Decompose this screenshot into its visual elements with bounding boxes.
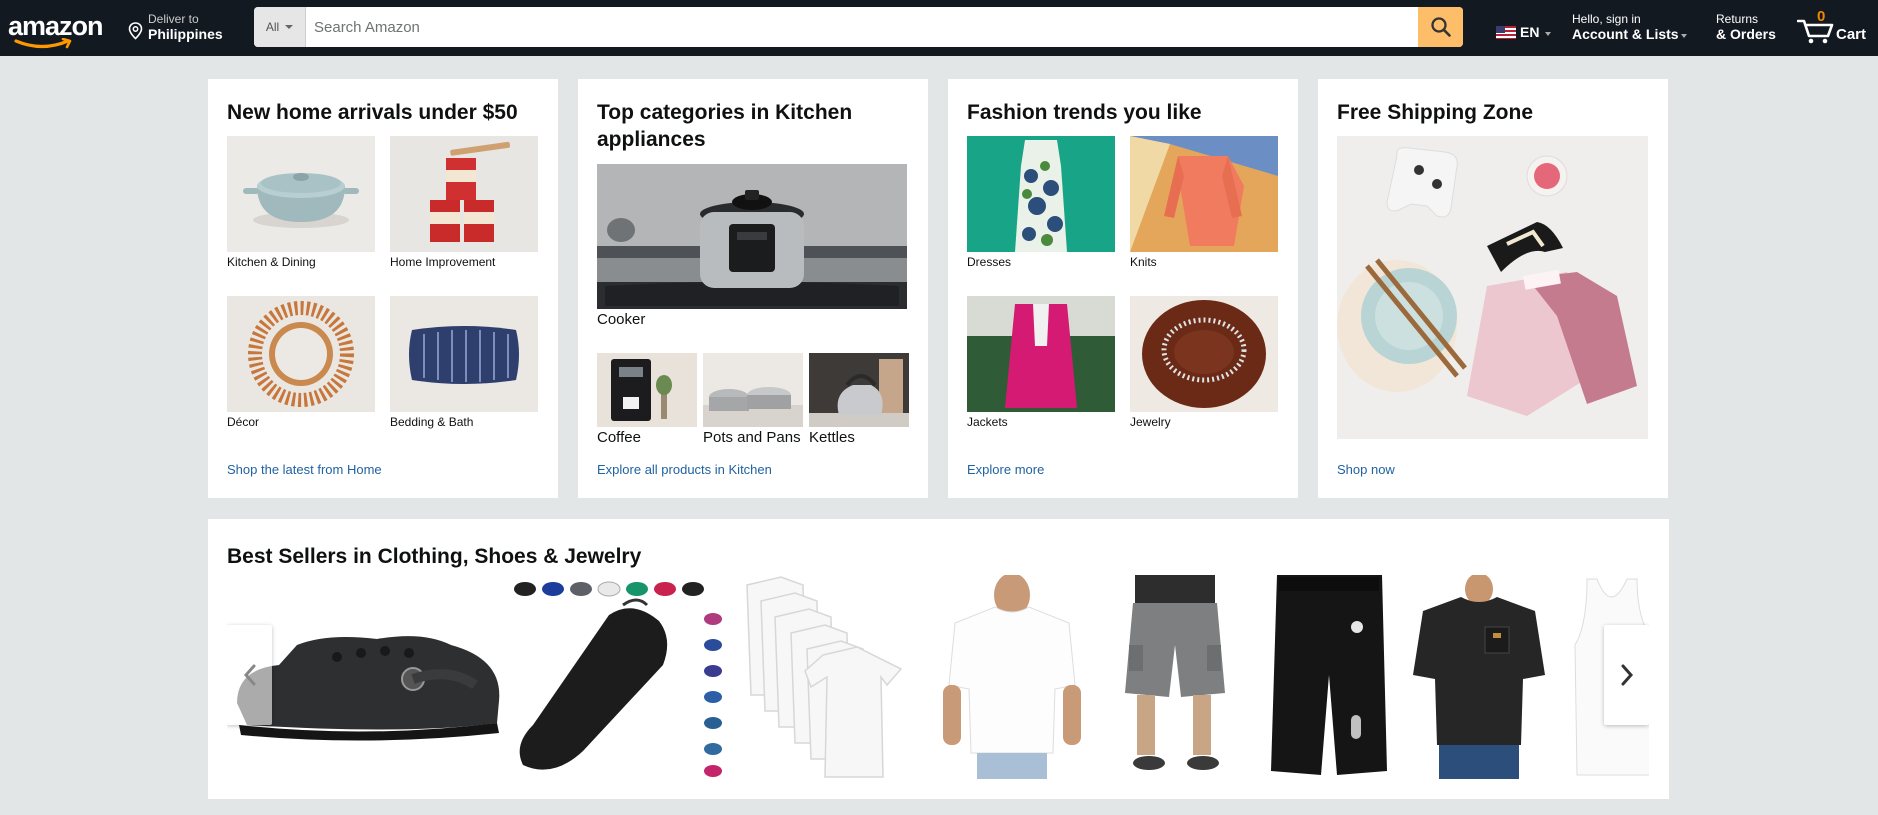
account-greeting: Hello, sign in	[1572, 12, 1641, 26]
card-title: Top categories in Kitchen appliances	[597, 99, 852, 153]
chevron-right-icon	[1621, 664, 1633, 686]
orders-label: & Orders	[1716, 26, 1776, 42]
product-cargo-shorts[interactable]	[1115, 575, 1235, 779]
tile-knits[interactable]: Knits	[1130, 136, 1278, 269]
product-athletic-shorts[interactable]	[1267, 575, 1392, 779]
tile-jackets[interactable]: Jackets	[967, 296, 1115, 429]
tile-kitchen-dining[interactable]: Kitchen & Dining	[227, 136, 375, 269]
returns-orders[interactable]: Returns & Orders	[1716, 12, 1776, 42]
card-title-line1: Top categories in Kitchen	[597, 101, 853, 124]
floral-dress-image	[967, 136, 1115, 252]
search-category-label: All	[265, 20, 280, 34]
explore-kitchen-link[interactable]: Explore all products in Kitchen	[597, 462, 772, 477]
tile-coffee[interactable]: Coffee	[597, 353, 697, 446]
tile-caption: Coffee	[597, 429, 641, 446]
card-title: Free Shipping Zone	[1337, 101, 1534, 124]
tile-caption: Jewelry	[1130, 415, 1171, 429]
product-tshirt-pack[interactable]	[741, 575, 923, 779]
product-pocket-tshirt[interactable]	[1409, 575, 1549, 779]
tile-dresses[interactable]: Dresses	[967, 136, 1115, 269]
tile-kettles[interactable]: Kettles	[809, 353, 909, 446]
returns-label: Returns	[1716, 12, 1759, 26]
pressure-cooker-image[interactable]	[597, 164, 907, 309]
tile-bedding-bath[interactable]: Bedding & Bath	[390, 296, 538, 429]
language-label: EN	[1520, 24, 1540, 40]
search-button[interactable]	[1418, 7, 1463, 47]
account-menu[interactable]: Hello, sign in Account & Lists	[1572, 12, 1687, 42]
tile-caption: Décor	[227, 415, 260, 429]
shop-now-link[interactable]: Shop now	[1337, 462, 1395, 477]
card-kitchen-appliances: Top categories in Kitchen appliances Cook…	[578, 79, 928, 498]
section-title: Best Sellers in Clothing, Shoes & Jewelr…	[227, 545, 642, 568]
kettle-image	[809, 353, 909, 427]
best-sellers-section: Best Sellers in Clothing, Shoes & Jewelr…	[208, 519, 1669, 799]
cooker-caption: Cooker	[597, 311, 646, 328]
pots-image	[703, 353, 803, 427]
product-white-tshirt[interactable]	[937, 575, 1087, 779]
product-water-shoes[interactable]	[513, 575, 729, 779]
pink-jacket-image	[967, 296, 1115, 412]
carousel-prev-button[interactable]	[227, 625, 272, 725]
us-flag-icon	[1496, 25, 1516, 39]
card-fashion-trends: Fashion trends you like Dresses Knits Ja…	[948, 79, 1298, 498]
coral-knit-image	[1130, 136, 1278, 252]
cart-button[interactable]: 0 Cart	[1797, 8, 1873, 48]
location-pin-icon	[128, 22, 143, 40]
tile-decor[interactable]: Décor	[227, 296, 375, 429]
card-home-arrivals: New home arrivals under $50 Kitchen & Di…	[208, 79, 558, 498]
amazon-logo[interactable]: amazon	[8, 12, 108, 50]
tile-caption: Kettles	[809, 429, 855, 446]
account-label: Account & Lists	[1572, 26, 1679, 42]
cart-icon	[1797, 19, 1834, 44]
tile-caption: Jackets	[967, 415, 1008, 429]
top-nav: amazon Deliver to Philippines All EN	[0, 0, 1878, 56]
coffee-maker-image	[597, 353, 697, 427]
deliver-location: Philippines	[148, 26, 223, 42]
search-category-dropdown[interactable]: All	[254, 7, 306, 47]
necklace-image	[1130, 296, 1278, 412]
paint-cans-image	[390, 136, 538, 252]
chevron-down-icon	[285, 25, 294, 29]
tile-caption: Pots and Pans	[703, 429, 801, 446]
deliver-label: Deliver to	[148, 12, 199, 26]
tile-jewelry[interactable]: Jewelry	[1130, 296, 1278, 429]
tile-caption: Knits	[1130, 255, 1157, 269]
chevron-down-icon	[1680, 34, 1687, 38]
smile-arrow-icon	[14, 38, 72, 49]
tile-pots-pans[interactable]: Pots and Pans	[703, 353, 803, 446]
tile-caption: Dresses	[967, 255, 1012, 269]
search-input[interactable]	[306, 7, 1418, 47]
shop-home-link[interactable]: Shop the latest from Home	[227, 462, 382, 477]
logo-text: amazon	[8, 11, 104, 41]
dutch-oven-image	[227, 136, 375, 252]
sunburst-mirror-image	[227, 296, 375, 412]
tile-caption: Bedding & Bath	[390, 415, 474, 429]
tile-caption: Home Improvement	[390, 255, 496, 269]
carousel-next-button[interactable]	[1604, 625, 1649, 725]
shipping-collage-image[interactable]	[1337, 136, 1648, 439]
tile-home-improvement[interactable]: Home Improvement	[390, 136, 538, 269]
search-icon	[1430, 17, 1451, 37]
card-title: New home arrivals under $50	[227, 101, 518, 124]
cart-label: Cart	[1836, 26, 1867, 43]
card-free-shipping: Free Shipping Zone Shop now	[1318, 79, 1668, 498]
chevron-down-icon	[1545, 32, 1552, 36]
chevron-left-icon	[243, 664, 255, 686]
search-bar: All	[254, 7, 1463, 47]
card-title: Fashion trends you like	[967, 101, 1202, 124]
product-carousel	[227, 575, 1649, 779]
language-selector[interactable]: EN	[1496, 24, 1552, 40]
card-title-line2: appliances	[597, 128, 706, 151]
blue-pillow-image	[390, 296, 538, 412]
explore-fashion-link[interactable]: Explore more	[967, 462, 1044, 477]
tile-caption: Kitchen & Dining	[227, 255, 316, 269]
